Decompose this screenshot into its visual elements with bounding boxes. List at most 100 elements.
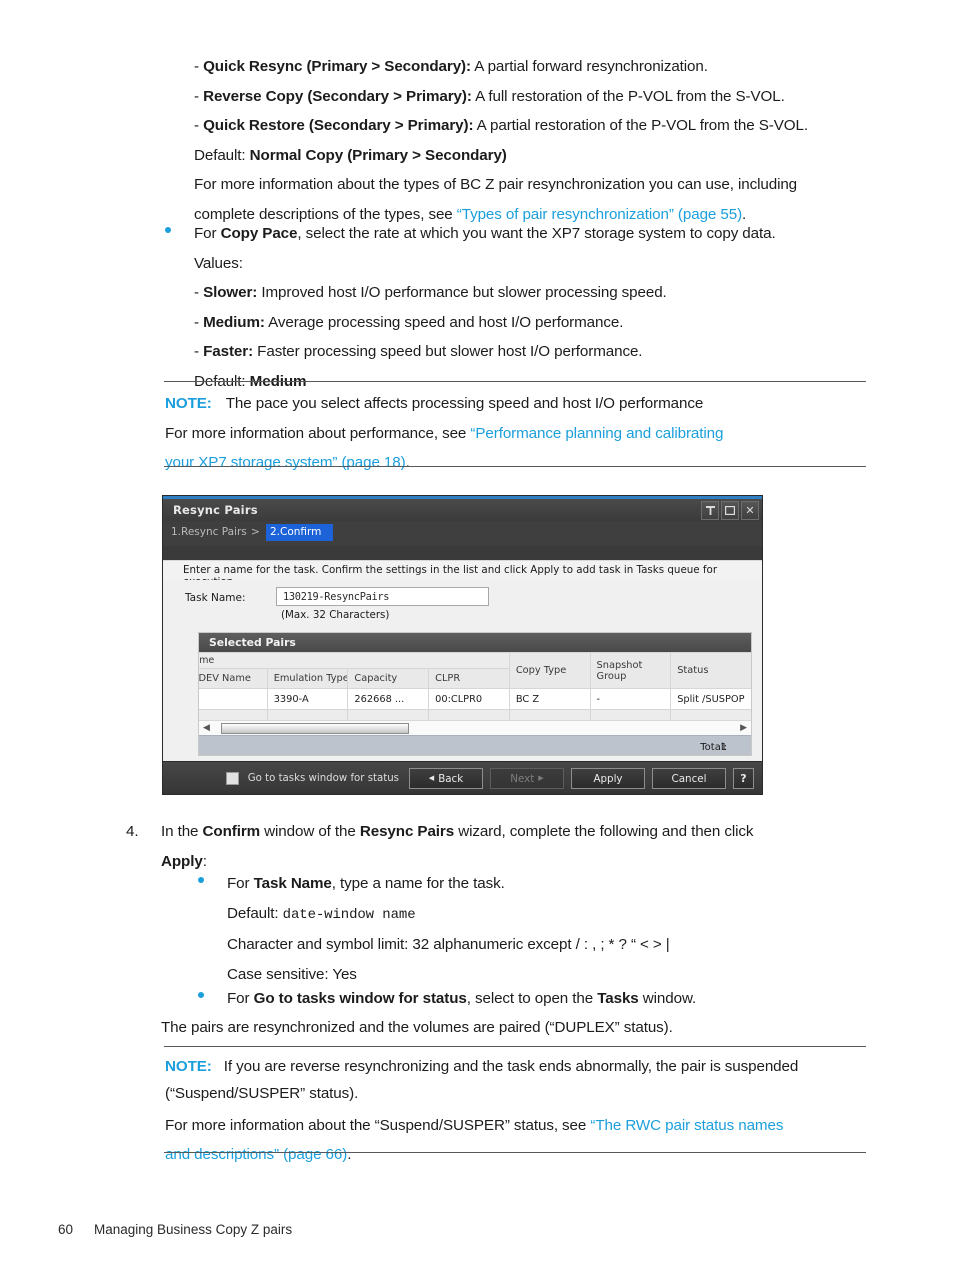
go-to-tasks-subsection: For Go to tasks window for status, selec… <box>227 984 696 1014</box>
window-buttons: ✕ <box>701 501 759 520</box>
back-button[interactable]: ◀ Back <box>409 768 483 789</box>
dash: - <box>194 87 199 105</box>
maximize-icon[interactable] <box>721 501 739 520</box>
task-name-char-limit: Character and symbol limit: 32 alphanume… <box>227 936 670 953</box>
step-confirm[interactable]: 2.Confirm <box>266 524 333 541</box>
cancel-button[interactable]: Cancel <box>652 768 726 789</box>
cell-ldev-name <box>199 688 268 710</box>
dialog-step-breadcrumb: 1.Resync Pairs > 2.Confirm <box>163 521 762 546</box>
cell-clpr: 00:CLPR0 <box>428 688 510 710</box>
note-pace-text: The pace you select affects processing s… <box>225 395 704 412</box>
col-clpr[interactable]: CLPR <box>428 668 510 689</box>
default-label: Default: <box>194 146 250 164</box>
task-name-input[interactable]: 130219-ResyncPairs <box>276 587 489 606</box>
pin-icon[interactable] <box>701 501 719 520</box>
s4-colon: : <box>202 852 207 870</box>
performance-planning-link-line2[interactable]: your XP7 storage system” (page 18) <box>165 454 406 471</box>
col-ldev-name[interactable]: LDEV Name <box>199 668 268 689</box>
col-emulation-type[interactable]: Emulation Type <box>266 668 349 689</box>
note-suspend-text1: If you are reverse resynchronizing and t… <box>223 1058 799 1075</box>
resync-moreinfo-line1: For more information about the types of … <box>194 176 798 193</box>
note-pace: NOTE: The pace you select affects process… <box>165 389 871 478</box>
note-pace-pre: For more information about performance, … <box>165 424 471 442</box>
note-suspend-line2: (“Suspend/SUSPER” status). <box>165 1084 359 1102</box>
tn-pre: For <box>227 875 254 892</box>
bullet-task-name <box>198 877 204 883</box>
document-page: - Quick Resync (Primary > Secondary): A … <box>0 0 954 1271</box>
resync-default-line: Default: Normal Copy (Primary > Secondar… <box>194 141 808 171</box>
scroll-right-icon[interactable]: ▶ <box>740 722 747 734</box>
task-name-subsection: For Task Name, type a name for the task.… <box>227 869 670 989</box>
note-pace-first-line: NOTE: The pace you select affects process… <box>165 389 871 419</box>
bullet-copy-pace <box>165 227 171 233</box>
step4-result-text: The pairs are resynchronized and the vol… <box>161 1019 673 1036</box>
dialog-title: Resync Pairs <box>173 503 258 517</box>
copy-pace-lead: For Copy Pace, select the rate at which … <box>194 219 776 249</box>
dash: - <box>194 117 199 134</box>
chevron-right-icon: ▶ <box>538 774 544 782</box>
item-bold: Quick Restore (Secondary > Primary): <box>203 117 474 134</box>
resync-types-list: - Quick Resync (Primary > Secondary): A … <box>194 52 808 229</box>
task-name-hint: (Max. 32 Characters) <box>281 609 390 621</box>
gt-mid: , select to open the <box>466 990 598 1007</box>
item-rest: Improved host I/O performance but slower… <box>257 284 667 301</box>
step4-body: In the Confirm window of the Resync Pair… <box>161 817 753 876</box>
note-suspend-rule-top <box>164 1046 866 1047</box>
item-bold: Medium: <box>203 313 265 331</box>
note-suspend-rule-bottom <box>164 1152 866 1153</box>
rwc-pair-status-link-line2[interactable]: and descriptions” (page 66) <box>165 1146 347 1163</box>
col-copy-type[interactable]: Copy Type <box>508 652 591 689</box>
note-pace-rule-bottom <box>164 466 866 467</box>
default-value: Normal Copy (Primary > Secondary) <box>249 146 507 164</box>
step-resync-pairs[interactable]: 1.Resync Pairs <box>171 526 247 538</box>
item-bold: Slower: <box>203 284 258 301</box>
item-bold: Faster: <box>203 343 254 360</box>
go-to-tasks-label: Go to tasks window for status <box>247 773 399 784</box>
close-icon[interactable]: ✕ <box>741 501 759 520</box>
s4-b: Confirm <box>202 823 261 840</box>
col-snapshot-group-line1: Snapshot <box>596 659 643 671</box>
col-snapshot-group-line2: Group <box>596 670 627 682</box>
cancel-button-label: Cancel <box>671 772 707 785</box>
values-label: Values: <box>194 254 243 272</box>
task-name-bullet-line: For Task Name, type a name for the task. <box>227 869 670 899</box>
item-rest: Average processing speed and host I/O pe… <box>264 313 624 331</box>
task-name-value: 130219-ResyncPairs <box>283 591 390 603</box>
table-footer: Total: 1 <box>199 735 751 755</box>
rwc-pair-status-link-line1[interactable]: “The RWC pair status names <box>590 1117 783 1134</box>
col-status[interactable]: Status <box>670 652 751 689</box>
note-label: NOTE: <box>165 1058 212 1075</box>
scroll-thumb[interactable] <box>221 723 409 734</box>
total-value: 1 <box>720 742 727 753</box>
col-capacity[interactable]: Capacity <box>347 668 430 689</box>
task-name-label: Task Name: <box>185 592 246 604</box>
note-pace-third-line: your XP7 storage system” (page 18). <box>165 448 871 478</box>
tn-default-label: Default: <box>227 904 283 922</box>
go-to-tasks-checkbox[interactable] <box>225 772 239 785</box>
performance-planning-link-line1[interactable]: “Performance planning and calibrating <box>470 425 723 442</box>
back-button-label: Back <box>438 772 464 785</box>
gt-bold2: Tasks <box>597 990 639 1007</box>
tn-default-value: date-window name <box>282 906 416 923</box>
dash: - <box>194 58 199 75</box>
table-group-header-row: ume Copy Type Snapshot Group Status <box>199 652 751 689</box>
apply-button-label: Apply <box>593 772 623 785</box>
gt-bold: Go to tasks window for status <box>253 990 467 1007</box>
gt-pre: For <box>227 990 254 1007</box>
next-button[interactable]: Next ▶ <box>490 768 564 789</box>
help-button[interactable]: ? <box>733 768 754 789</box>
tn-post: , type a name for the task. <box>331 875 505 892</box>
table-total: Total: 1 <box>700 739 739 753</box>
apply-button[interactable]: Apply <box>571 768 645 789</box>
table-row[interactable]: 3390-A 262668 ... 00:CLPR0 BC Z - Split … <box>199 688 751 710</box>
dash: - <box>194 343 199 360</box>
item-bold: Quick Resync (Primary > Secondary): <box>203 58 471 75</box>
scroll-left-icon[interactable]: ◀ <box>203 722 210 734</box>
dialog-titlebar: Resync Pairs ✕ <box>163 499 762 522</box>
col-snapshot-group[interactable]: Snapshot Group <box>589 652 672 689</box>
tn-bold: Task Name <box>253 875 332 892</box>
copy-pace-value-item: - Medium: Average processing speed and h… <box>194 308 776 338</box>
cell-copy-type: BC Z <box>508 688 591 710</box>
cell-status: Split /SUSPOP <box>670 688 751 710</box>
horizontal-scrollbar[interactable]: ◀ ▶ <box>199 720 751 735</box>
